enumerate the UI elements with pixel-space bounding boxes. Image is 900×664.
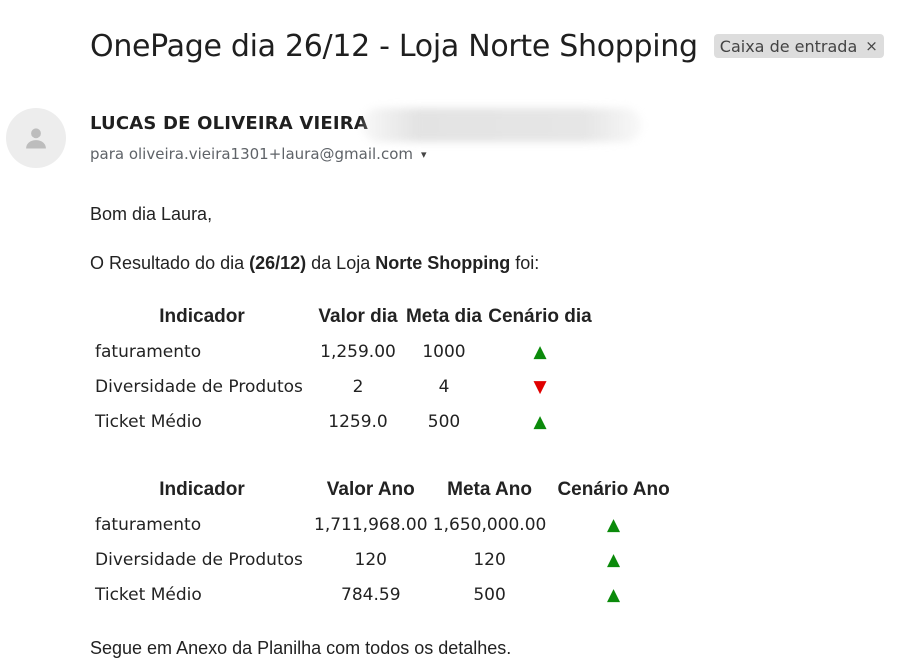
indicator-target: 120: [473, 549, 506, 570]
table-header-row: Indicador Valor dia Meta dia Cenário dia: [90, 300, 594, 334]
sender-name[interactable]: LUCAS DE OLIVEIRA VIEIRA: [90, 113, 368, 134]
header-value: Valor Ano: [326, 479, 415, 500]
chevron-down-icon[interactable]: ▾: [421, 148, 427, 161]
header-scenario: Cenário dia: [488, 306, 592, 327]
trend-up-icon: ▲: [533, 341, 547, 362]
trend-up-icon: ▲: [607, 514, 621, 535]
indicator-value: 784.59: [341, 584, 401, 605]
intro-prefix: O Resultado do dia: [90, 253, 250, 273]
intro-date: (26/12): [249, 253, 307, 273]
daily-indicators-table: Indicador Valor dia Meta dia Cenário dia…: [90, 300, 594, 439]
trend-up-icon: ▲: [533, 411, 547, 432]
close-icon[interactable]: ×: [865, 37, 878, 55]
trend-down-icon: ▼: [533, 376, 547, 397]
footer-note: Segue em Anexo da Planilha com todos os …: [90, 638, 512, 658]
avatar[interactable]: [6, 108, 66, 168]
header-value: Valor dia: [318, 306, 398, 327]
indicator-name: faturamento: [95, 514, 202, 535]
trend-up-icon: ▲: [607, 549, 621, 570]
indicator-value: 2: [352, 376, 364, 397]
indicator-name: Ticket Médio: [95, 584, 202, 605]
header-indicator: Indicador: [159, 479, 245, 500]
intro-middle: da Loja: [306, 253, 376, 273]
indicator-name: Ticket Médio: [95, 411, 202, 432]
table-row: Ticket Médio 1259.0 500 ▲: [90, 404, 594, 439]
person-icon: [26, 128, 46, 149]
yearly-indicators-table: Indicador Valor Ano Meta Ano Cenário Ano…: [90, 473, 676, 612]
indicator-name: Diversidade de Produtos: [95, 376, 303, 397]
table-header-row: Indicador Valor Ano Meta Ano Cenário Ano: [90, 473, 676, 507]
inbox-label-text: Caixa de entrada: [719, 36, 858, 56]
header-target: Meta Ano: [447, 479, 532, 500]
header-indicator: Indicador: [159, 306, 245, 327]
recipient-line: para oliveira.vieira1301+laura@gmail.com…: [90, 145, 427, 163]
table-row: Diversidade de Produtos 2 4 ▼: [90, 369, 594, 404]
intro-line: O Resultado do dia (26/12) da Loja Norte…: [90, 253, 539, 274]
header-scenario: Cenário Ano: [557, 479, 670, 500]
email-header: OnePage dia 26/12 - Loja Norte Shopping …: [90, 24, 884, 68]
intro-store: Norte Shopping: [375, 253, 511, 273]
indicator-target: 500: [473, 584, 506, 605]
indicator-target: 4: [438, 376, 450, 397]
indicator-value: 1,711,968.00: [314, 514, 428, 535]
redacted-sender-email: [362, 108, 642, 142]
table-row: Ticket Médio 784.59 500 ▲: [90, 577, 676, 612]
indicator-target: 1,650,000.00: [432, 514, 547, 535]
intro-suffix: foi:: [510, 253, 540, 273]
inbox-label-chip[interactable]: Caixa de entrada ×: [713, 34, 884, 58]
table-row: Diversidade de Produtos 120 120 ▲: [90, 542, 676, 577]
recipient-text: para oliveira.vieira1301+laura@gmail.com: [90, 145, 413, 163]
trend-up-icon: ▲: [607, 584, 621, 605]
table-row: faturamento 1,259.00 1000 ▲: [90, 334, 594, 369]
indicator-value: 1,259.00: [320, 341, 396, 362]
header-target: Meta dia: [405, 306, 483, 327]
indicator-name: faturamento: [95, 341, 202, 362]
indicator-target: 1000: [422, 341, 466, 362]
indicator-name: Diversidade de Produtos: [95, 549, 303, 570]
indicator-value: 120: [354, 549, 387, 570]
indicator-value: 1259.0: [328, 411, 388, 432]
table-row: faturamento 1,711,968.00 1,650,000.00 ▲: [90, 507, 676, 542]
indicator-target: 500: [427, 411, 461, 432]
email-subject: OnePage dia 26/12 - Loja Norte Shopping: [90, 28, 698, 64]
greeting: Bom dia Laura,: [90, 204, 213, 224]
